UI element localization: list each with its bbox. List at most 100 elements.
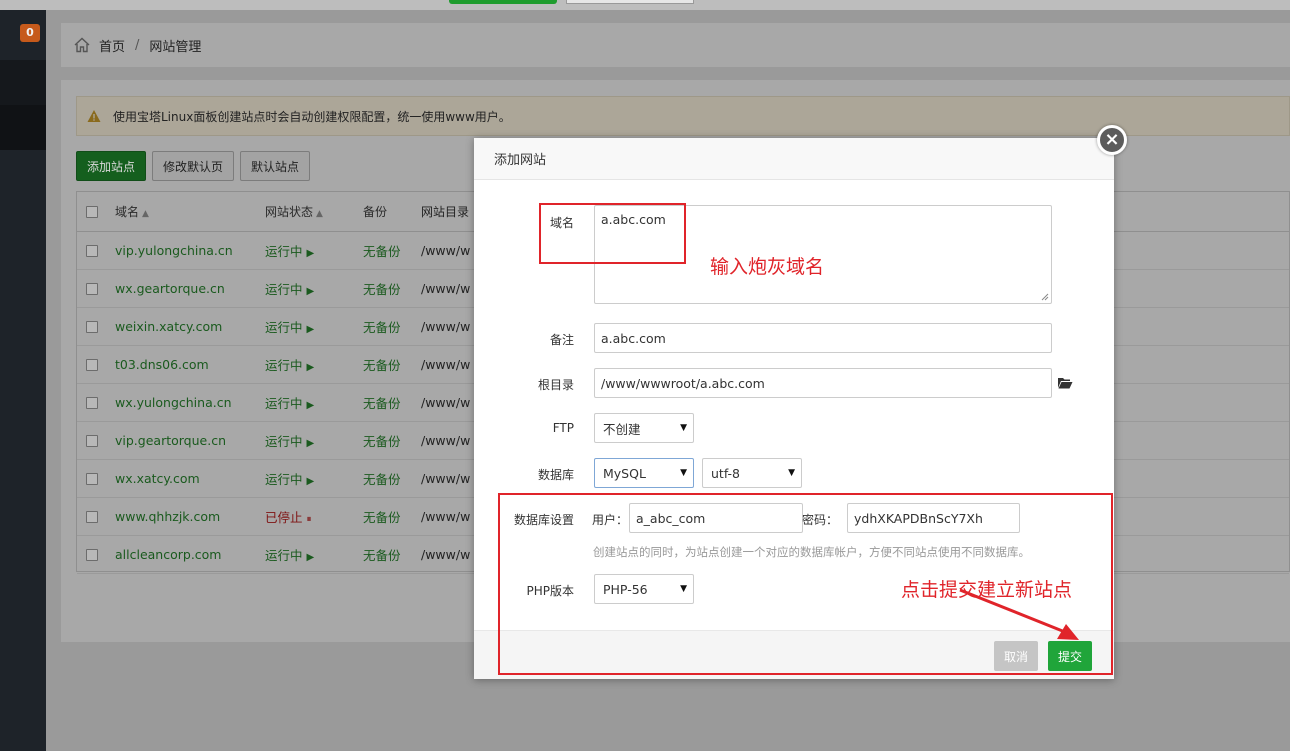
site-path: /www/w <box>421 547 471 562</box>
site-status[interactable]: 运行中 ▶ <box>265 393 363 412</box>
site-backup[interactable]: 无备份 <box>363 279 421 298</box>
resize-handle-icon[interactable] <box>1041 293 1049 301</box>
play-icon: ▶ <box>306 438 315 449</box>
close-dialog-button[interactable]: × <box>1097 125 1127 155</box>
alert-text: 使用宝塔Linux面板创建站点时会自动创建权限配置，统一使用www用户。 <box>113 109 511 124</box>
ftp-label: FTP <box>552 421 574 435</box>
site-domain-link[interactable]: www.qhhzjk.com <box>115 509 265 524</box>
row-checkbox[interactable] <box>86 548 98 561</box>
column-status[interactable]: 网站状态 ▲ <box>265 203 363 220</box>
site-path: /www/w <box>421 395 471 410</box>
play-icon: ▶ <box>306 400 315 411</box>
play-icon: ▶ <box>306 552 315 563</box>
site-path: /www/w <box>421 243 471 258</box>
top-white-button[interactable] <box>566 0 694 4</box>
site-backup[interactable]: 无备份 <box>363 317 421 336</box>
folder-open-icon[interactable] <box>1057 376 1073 390</box>
site-path: /www/w <box>421 357 471 372</box>
row-checkbox[interactable] <box>86 358 98 371</box>
site-domain-link[interactable]: vip.yulongchina.cn <box>115 243 265 258</box>
play-icon: ▶ <box>306 324 315 335</box>
chevron-down-icon: ▼ <box>788 468 795 478</box>
column-domain[interactable]: 域名 ▲ <box>115 203 265 220</box>
row-checkbox[interactable] <box>86 472 98 485</box>
site-domain-link[interactable]: weixin.xatcy.com <box>115 319 265 334</box>
breadcrumb-current: 网站管理 <box>149 39 202 55</box>
sidebar: 0 <box>0 10 46 751</box>
site-status[interactable]: 运行中 ▶ <box>265 279 363 298</box>
note-input[interactable]: a.abc.com <box>594 323 1052 353</box>
chevron-down-icon: ▼ <box>680 423 687 433</box>
edit-default-page-button[interactable]: 修改默认页 <box>152 151 235 181</box>
site-path: /www/w <box>421 433 471 448</box>
site-backup[interactable]: 无备份 <box>363 545 421 564</box>
default-site-button[interactable]: 默认站点 <box>240 151 311 181</box>
site-backup[interactable]: 无备份 <box>363 355 421 374</box>
charset-select[interactable]: utf-8 ▼ <box>702 458 802 488</box>
chevron-down-icon: ▼ <box>680 468 687 478</box>
site-backup[interactable]: 无备份 <box>363 393 421 412</box>
close-icon: × <box>1104 129 1120 150</box>
home-icon[interactable] <box>73 36 91 54</box>
site-status[interactable]: 运行中 ▶ <box>265 469 363 488</box>
breadcrumb: 首页 / 网站管理 <box>61 23 1290 67</box>
site-path: /www/w <box>421 509 471 524</box>
note-label: 备注 <box>549 333 574 347</box>
play-icon: ▶ <box>306 476 315 487</box>
site-domain-link[interactable]: allcleancorp.com <box>115 547 265 562</box>
root-dir-label: 根目录 <box>537 378 574 392</box>
play-icon: ▶ <box>306 362 315 373</box>
site-status[interactable]: 已停止 ⏸ <box>265 507 363 526</box>
toolbar: 添加站点 修改默认页 默认站点 <box>76 151 311 181</box>
sidebar-item[interactable] <box>0 60 46 105</box>
sort-up-icon: ▲ <box>142 209 149 219</box>
site-status[interactable]: 运行中 ▶ <box>265 545 363 564</box>
sidebar-item-active[interactable] <box>0 105 46 150</box>
site-status[interactable]: 运行中 ▶ <box>265 241 363 260</box>
database-label: 数据库 <box>537 468 574 482</box>
add-site-button[interactable]: 添加站点 <box>76 151 147 181</box>
row-checkbox[interactable] <box>86 510 98 523</box>
select-all-checkbox[interactable] <box>86 205 98 218</box>
site-domain-link[interactable]: t03.dns06.com <box>115 357 265 372</box>
root-dir-input[interactable]: /www/wwwroot/a.abc.com <box>594 368 1052 398</box>
row-checkbox[interactable] <box>86 434 98 447</box>
column-backup: 备份 <box>363 205 388 219</box>
charset-value: utf-8 <box>711 465 741 481</box>
site-status[interactable]: 运行中 ▶ <box>265 431 363 450</box>
site-backup[interactable]: 无备份 <box>363 431 421 450</box>
site-domain-link[interactable]: wx.xatcy.com <box>115 471 265 486</box>
annotation-domain-note: 输入炮灰域名 <box>710 256 825 278</box>
row-checkbox[interactable] <box>86 396 98 409</box>
row-checkbox[interactable] <box>86 320 98 333</box>
row-checkbox[interactable] <box>86 282 98 295</box>
row-checkbox[interactable] <box>86 244 98 257</box>
annotation-box-domain <box>539 203 686 264</box>
site-path: /www/w <box>421 471 471 486</box>
pause-icon: ⏸ <box>306 514 312 525</box>
top-green-button[interactable] <box>449 0 557 4</box>
site-backup[interactable]: 无备份 <box>363 469 421 488</box>
ftp-value: 不创建 <box>603 421 641 437</box>
breadcrumb-home[interactable]: 首页 <box>99 36 125 55</box>
database-value: MySQL <box>603 465 646 481</box>
site-status[interactable]: 运行中 ▶ <box>265 317 363 336</box>
play-icon: ▶ <box>306 248 315 259</box>
warning-icon <box>87 110 101 122</box>
breadcrumb-separator: / <box>135 37 140 53</box>
site-domain-link[interactable]: wx.geartorque.cn <box>115 281 265 296</box>
notification-badge[interactable]: 0 <box>20 24 40 42</box>
sort-up-icon: ▲ <box>316 209 323 219</box>
annotation-submit-note: 点击提交建立新站点 <box>901 579 1073 601</box>
site-path: /www/w <box>421 319 471 334</box>
site-domain-link[interactable]: wx.yulongchina.cn <box>115 395 265 410</box>
play-icon: ▶ <box>306 286 315 297</box>
site-status[interactable]: 运行中 ▶ <box>265 355 363 374</box>
site-domain-link[interactable]: vip.geartorque.cn <box>115 433 265 448</box>
dialog-title: 添加网站 <box>474 138 1114 180</box>
ftp-select[interactable]: 不创建 ▼ <box>594 413 694 443</box>
site-backup[interactable]: 无备份 <box>363 241 421 260</box>
site-path: /www/w <box>421 281 471 296</box>
database-select[interactable]: MySQL ▼ <box>594 458 694 488</box>
site-backup[interactable]: 无备份 <box>363 507 421 526</box>
